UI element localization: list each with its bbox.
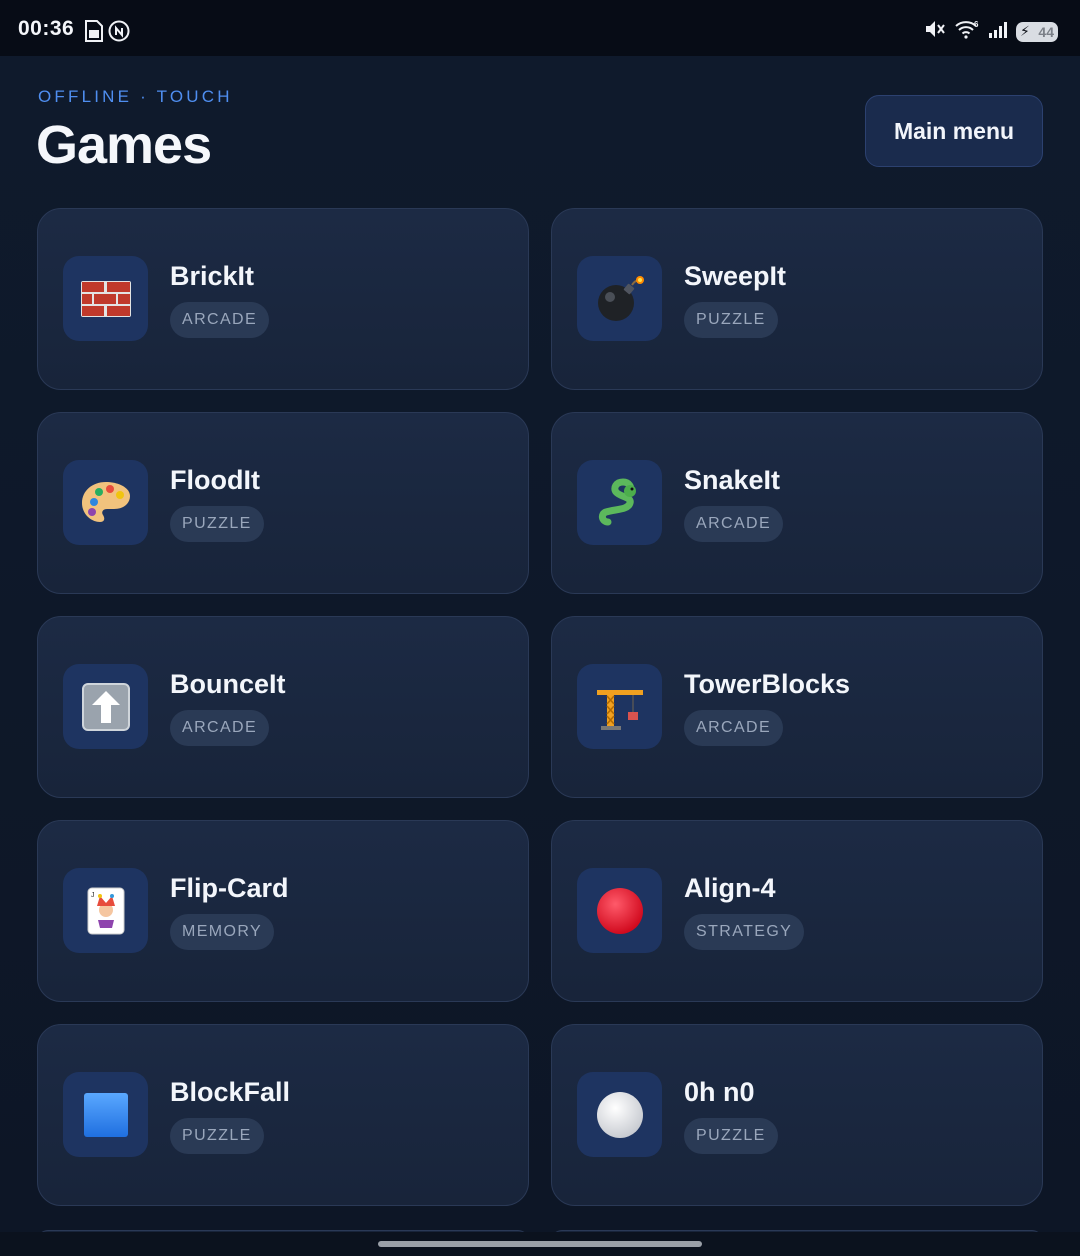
brick-wall-icon bbox=[63, 256, 148, 341]
game-tag: PUZZLE bbox=[684, 1118, 778, 1154]
game-card-snakeit[interactable]: SnakeIt ARCADE bbox=[551, 412, 1043, 594]
status-bar: 00:36 6 ⚡ 44 bbox=[0, 0, 1080, 56]
game-name: SweepIt bbox=[684, 261, 787, 291]
sim-card-icon bbox=[84, 20, 104, 47]
gesture-handle[interactable] bbox=[378, 1241, 702, 1247]
game-tag: STRATEGY bbox=[684, 914, 805, 950]
game-card-brickit[interactable]: BrickIt ARCADE bbox=[37, 208, 529, 390]
game-card-floodit[interactable]: FloodIt PUZZLE bbox=[37, 412, 529, 594]
svg-text:J: J bbox=[91, 892, 95, 899]
white-circle-icon bbox=[577, 1072, 662, 1157]
game-tag: MEMORY bbox=[170, 914, 275, 950]
status-right-icons: 6 ⚡ 44 bbox=[924, 19, 1058, 44]
game-name: Align-4 bbox=[684, 873, 776, 903]
up-arrow-icon bbox=[63, 664, 148, 749]
game-tag: ARCADE bbox=[684, 710, 784, 746]
palette-icon bbox=[63, 460, 148, 545]
game-tag: PUZZLE bbox=[170, 1118, 264, 1154]
battery-charging-icon: ⚡ 44 bbox=[1016, 21, 1058, 42]
game-card-sweepit[interactable]: SweepIt PUZZLE bbox=[551, 208, 1043, 390]
game-tag: ARCADE bbox=[170, 302, 270, 338]
battery-level: 44 bbox=[1038, 23, 1054, 40]
bomb-icon bbox=[577, 256, 662, 341]
game-tag: PUZZLE bbox=[170, 506, 264, 542]
page-title: Games bbox=[36, 115, 212, 175]
eyebrow-label: OFFLINE · TOUCH bbox=[38, 87, 233, 106]
game-name: 0h n0 bbox=[684, 1077, 755, 1107]
game-card-bounceit[interactable]: BounceIt ARCADE bbox=[37, 616, 529, 798]
crane-icon bbox=[577, 664, 662, 749]
game-name: BrickIt bbox=[170, 261, 255, 291]
game-name: FloodIt bbox=[170, 465, 260, 495]
red-circle-icon bbox=[577, 868, 662, 953]
game-name: BounceIt bbox=[170, 669, 286, 699]
joker-card-icon: J bbox=[63, 868, 148, 953]
game-card-blockfall[interactable]: BlockFall PUZZLE bbox=[37, 1024, 529, 1206]
game-card-flip-card[interactable]: J Flip-Card MEMORY bbox=[37, 820, 529, 1002]
status-left-icons bbox=[84, 20, 130, 47]
game-name: TowerBlocks bbox=[684, 669, 851, 699]
game-card-0h-n0[interactable]: 0h n0 PUZZLE bbox=[551, 1024, 1043, 1206]
game-card-align-4[interactable]: Align-4 STRATEGY bbox=[551, 820, 1043, 1002]
svg-text:6: 6 bbox=[974, 20, 979, 29]
blue-square-icon bbox=[63, 1072, 148, 1157]
game-card-towerblocks[interactable]: TowerBlocks ARCADE bbox=[551, 616, 1043, 798]
games-grid: BrickIt ARCADE SweepIt PUZZLE FloodIt PU… bbox=[37, 208, 1043, 1206]
status-time: 00:36 bbox=[18, 17, 75, 40]
mute-icon bbox=[924, 19, 946, 44]
snake-icon bbox=[577, 460, 662, 545]
game-name: SnakeIt bbox=[684, 465, 781, 495]
signal-icon bbox=[988, 19, 1008, 44]
game-name: BlockFall bbox=[170, 1077, 291, 1107]
game-tag: ARCADE bbox=[684, 506, 784, 542]
wifi-6-icon: 6 bbox=[954, 19, 980, 44]
game-tag: PUZZLE bbox=[684, 302, 778, 338]
nfc-icon bbox=[108, 20, 130, 47]
main-menu-button[interactable]: Main menu bbox=[865, 95, 1043, 167]
game-name: Flip-Card bbox=[170, 873, 289, 903]
game-tag: ARCADE bbox=[170, 710, 270, 746]
